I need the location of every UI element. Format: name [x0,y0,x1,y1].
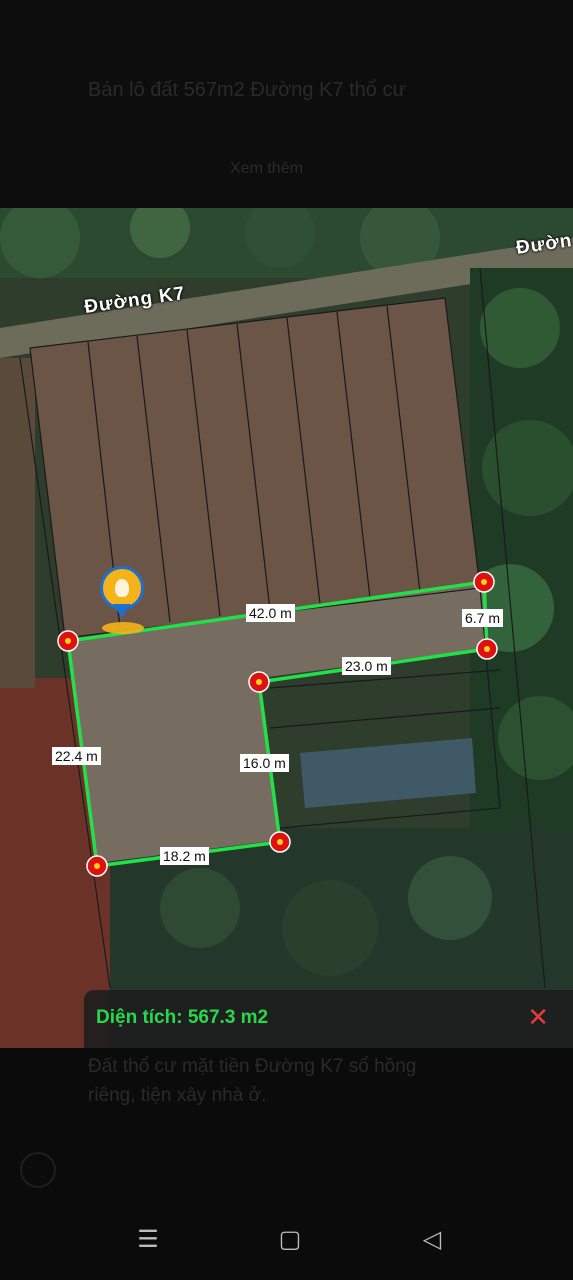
avatar-icon[interactable] [20,1152,56,1188]
area-info-bar: Diện tích: 567.3 m2 ✕ [84,990,573,1048]
post-title: Bán lô đất 567m2 Đường K7 thổ cư [88,79,406,101]
measure-left-edge: 22.4 m [52,747,101,765]
back-button[interactable]: ◁ [412,1224,452,1256]
measure-top-edge: 42.0 m [246,604,295,622]
measure-right-edge: 6.7 m [462,609,504,627]
location-pin-icon[interactable] [100,566,146,636]
top-area: Bán lô đất 567m2 Đường K7 thổ cư Xem thê… [0,0,573,208]
area-label: Diện tích: 567.3 m2 [96,1007,269,1028]
measure-inner-vertical: 16.0 m [240,754,289,772]
recents-button[interactable]: ☰ [128,1224,168,1256]
close-icon[interactable]: ✕ [527,1003,549,1031]
post-description: Đất thổ cư mặt tiền Đường K7 sổ hồng riê… [88,1056,417,1106]
measure-inner-edge: 23.0 m [342,657,391,675]
map-canvas [0,208,573,1048]
satellite-map[interactable]: Đường K7 Đườn 42.0 m 6.7 m 23.0 m 16.0 m… [0,208,573,1048]
system-nav-bar: ☰ ▢ ◁ [0,1200,573,1280]
measure-bottom-edge: 18.2 m [160,847,209,865]
post-action-bar [20,1150,553,1190]
see-more-link[interactable]: Xem thêm [230,160,303,178]
home-button[interactable]: ▢ [270,1224,310,1256]
